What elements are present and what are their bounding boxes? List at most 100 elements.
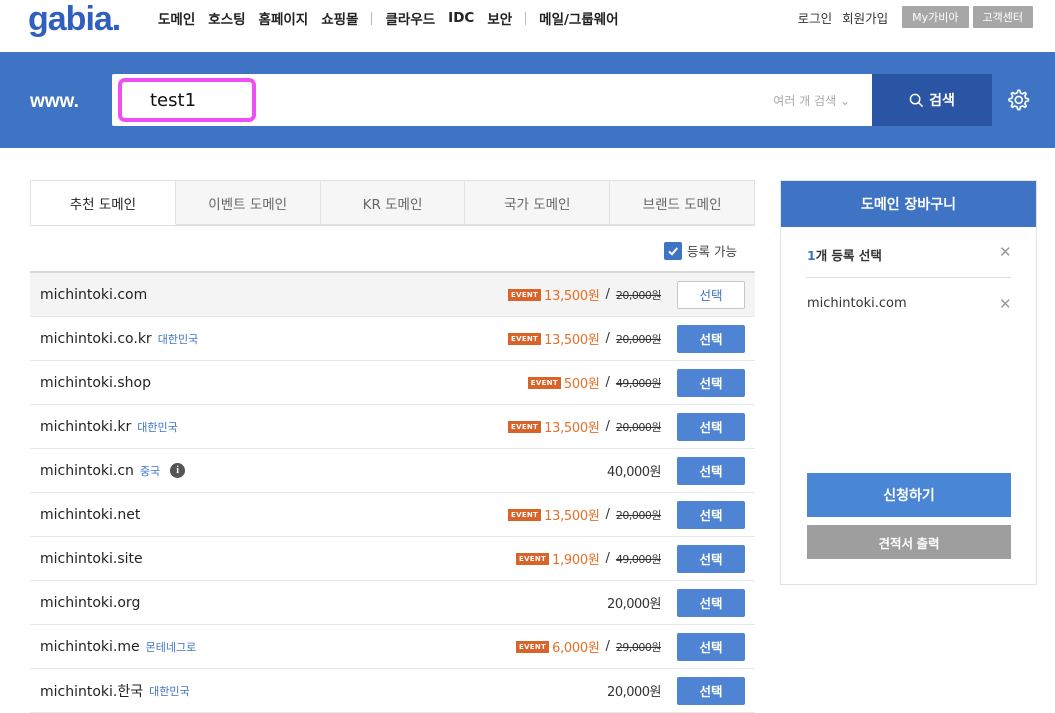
search-button[interactable]: 검색 (872, 74, 992, 126)
menu-divider (371, 11, 373, 25)
menu-cloud[interactable]: 클라우드 (385, 8, 435, 28)
login-link[interactable]: 로그인 (798, 8, 833, 27)
regular-price: 20,000원 (607, 597, 661, 612)
domain-country: 중국 (139, 464, 161, 478)
domain-name-cell: michintoki.me 몬테네그로 (40, 639, 196, 655)
search-box: 여러 개 검색 ⌄ (112, 74, 872, 126)
original-price: 49,000원 (615, 376, 662, 390)
domain-name: michintoki.site (40, 550, 143, 567)
price-cell: EVENT 13,500원 / 20,000원 (508, 329, 662, 348)
check-icon (668, 246, 678, 256)
clear-cart-close-icon[interactable]: ✕ (999, 243, 1012, 261)
menu-security[interactable]: 보안 (487, 8, 512, 28)
top-navigation: gabia. 도메인 호스팅 홈페이지 쇼핑몰 클라우드 IDC 보안 메일/그… (0, 0, 1055, 52)
apply-button[interactable]: 신청하기 (807, 473, 1011, 517)
select-domain-button[interactable]: 선택 (677, 324, 745, 353)
price-separator: / (605, 419, 610, 434)
domain-country: 몬테네그로 (145, 640, 197, 654)
event-badge: EVENT (527, 376, 561, 389)
domain-cart: 도메인 장바구니 1개 등록 선택 ✕ michintoki.com ✕ 신청하… (780, 180, 1037, 585)
domain-name: michintoki.com (40, 286, 148, 303)
original-price: 20,000원 (615, 332, 662, 346)
multi-search-dropdown[interactable]: 여러 개 검색 ⌄ (773, 92, 850, 109)
tab-country[interactable]: 국가 도메인 (465, 180, 611, 225)
domain-name-cell: michintoki.한국 대한민국 (40, 681, 190, 701)
domain-name-cell: michintoki.site (40, 551, 143, 567)
menu-domain[interactable]: 도메인 (158, 8, 195, 28)
www-prefix: www. (30, 91, 79, 112)
original-price: 20,000원 (615, 508, 662, 522)
domain-name-cell: michintoki.com (40, 287, 147, 303)
domain-name: michintoki.shop (40, 374, 151, 391)
cart-title: 도메인 장바구니 (781, 181, 1036, 227)
price-cell: EVENT 13,500원 / 20,000원 (508, 505, 662, 524)
support-button[interactable]: 고객센터 (972, 6, 1033, 28)
select-domain-button[interactable]: 선택 (677, 544, 745, 573)
gabia-logo[interactable]: gabia. (28, 0, 121, 39)
menu-homepage[interactable]: 홈페이지 (259, 8, 309, 28)
price-cell: EVENT 500원 / 49,000원 (527, 373, 662, 392)
cart-count-text: 개 등록 선택 (815, 248, 882, 263)
domain-name: michintoki.한국 (40, 683, 144, 700)
available-label: 등록 가능 (687, 244, 737, 259)
main-menu: 도메인 호스팅 홈페이지 쇼핑몰 클라우드 IDC 보안 메일/그룹웨어 (158, 8, 632, 28)
select-domain-button[interactable]: 선택 (677, 632, 745, 661)
menu-hosting[interactable]: 호스팅 (208, 8, 245, 28)
domain-country: 대한민국 (157, 332, 199, 346)
tab-recommended[interactable]: 추천 도메인 (30, 180, 176, 225)
menu-shoppingmall[interactable]: 쇼핑몰 (321, 8, 358, 28)
cart-selected-count: 1개 등록 선택 (807, 245, 882, 264)
domain-name-cell: michintoki.cn 중국 i (40, 462, 186, 479)
tab-event[interactable]: 이벤트 도메인 (175, 180, 321, 225)
mygabia-button[interactable]: My가비아 (902, 6, 969, 28)
event-badge: EVENT (508, 420, 542, 433)
domain-category-tabs: 추천 도메인 이벤트 도메인 KR 도메인 국가 도메인 브랜드 도메인 (30, 180, 755, 226)
original-price: 29,000원 (615, 640, 662, 654)
price-cell: 20,000원 (607, 593, 661, 612)
domain-search-input[interactable] (118, 78, 256, 122)
select-domain-button[interactable]: 선택 (677, 456, 745, 485)
menu-mail-groupware[interactable]: 메일/그룹웨어 (539, 8, 618, 28)
domain-name: michintoki.cn (40, 462, 134, 479)
price-cell: EVENT 1,900원 / 49,000원 (515, 549, 662, 568)
utility-links: 로그인 회원가입 My가비아 고객센터 (798, 6, 1033, 28)
domain-row: michintoki.한국 대한민국 20,000원 선택 (30, 669, 755, 713)
gear-icon[interactable] (1005, 87, 1031, 113)
price-separator: / (605, 375, 610, 390)
domain-name: michintoki.me (40, 638, 140, 655)
domain-row: michintoki.kr 대한민국 EVENT 13,500원 / 20,000원 선택 (30, 405, 755, 449)
sale-price: 13,500원 (544, 421, 600, 436)
original-price: 20,000원 (615, 420, 662, 434)
sale-price: 1,900원 (552, 553, 600, 568)
domain-row: michintoki.cn 중국 i 40,000원 선택 (30, 449, 755, 493)
tab-kr[interactable]: KR 도메인 (320, 180, 466, 225)
domain-row: michintoki.me 몬테네그로 EVENT 6,000원 / 29,000원 선택 (30, 625, 755, 669)
event-badge: EVENT (508, 508, 542, 521)
domain-name-cell: michintoki.net (40, 507, 140, 523)
domain-country: 대한민국 (137, 420, 178, 434)
menu-idc[interactable]: IDC (448, 10, 474, 26)
domain-name: michintoki.net (40, 506, 141, 523)
available-checkbox[interactable] (664, 241, 682, 260)
print-quote-button[interactable]: 견적서 출력 (807, 525, 1011, 559)
cart-divider (806, 277, 1011, 278)
domain-name-cell: michintoki.co.kr 대한민국 (40, 331, 198, 347)
regular-price: 20,000원 (607, 685, 661, 700)
select-domain-button[interactable]: 선택 (677, 368, 745, 397)
signup-link[interactable]: 회원가입 (842, 8, 888, 27)
tab-brand[interactable]: 브랜드 도메인 (610, 180, 755, 225)
price-separator: / (605, 507, 610, 522)
price-cell: EVENT 13,500원 / 20,000원 (508, 417, 662, 436)
select-domain-button[interactable]: 선택 (677, 412, 745, 441)
info-icon[interactable]: i (170, 463, 186, 478)
search-button-label: 검색 (929, 92, 955, 108)
search-band: www. 여러 개 검색 ⌄ 검색 (0, 52, 1055, 148)
select-domain-button[interactable]: 선택 (677, 588, 745, 617)
select-domain-button[interactable]: 선택 (677, 500, 745, 529)
available-filter[interactable]: 등록 가능 (664, 241, 737, 260)
select-domain-button[interactable]: 선택 (677, 280, 745, 309)
select-domain-button[interactable]: 선택 (677, 676, 745, 705)
remove-item-close-icon[interactable]: ✕ (999, 295, 1012, 313)
domain-name-cell: michintoki.org (40, 595, 140, 611)
event-badge: EVENT (508, 288, 542, 301)
